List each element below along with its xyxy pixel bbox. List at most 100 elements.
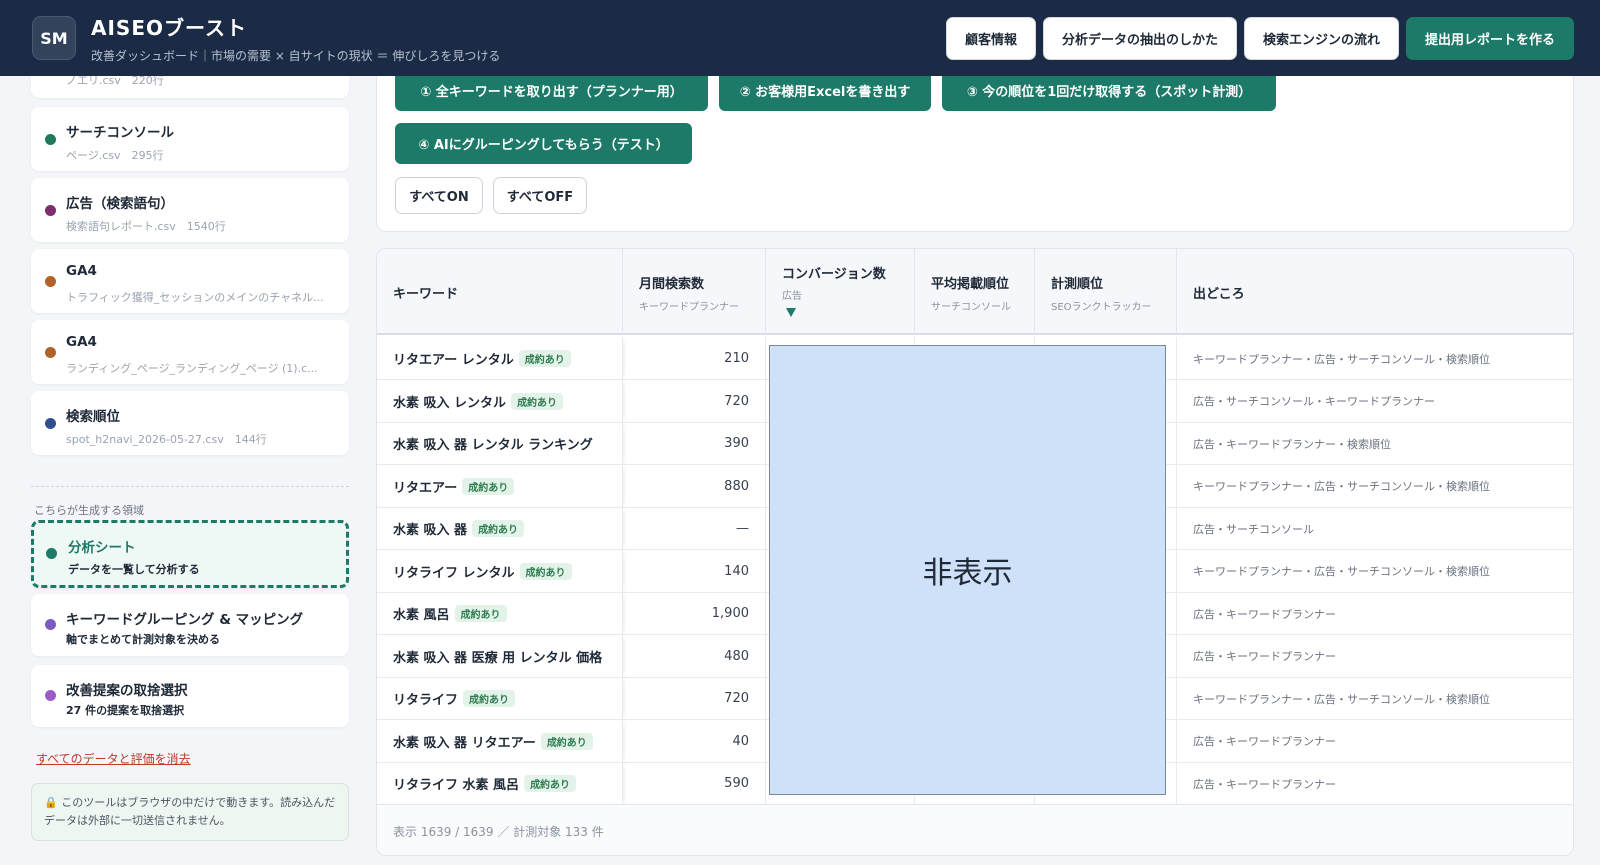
create-report-button[interactable]: 提出用レポートを作る bbox=[1405, 16, 1574, 60]
all-on-button[interactable]: すべてON bbox=[395, 177, 483, 214]
nav-sub: 27 件の提案を取捨選択 bbox=[66, 704, 185, 717]
keyword-cell: リタエアー 成約あり bbox=[377, 464, 623, 508]
conversion-badge: 成約あり bbox=[454, 605, 507, 622]
keyword-cell: リタライフ 成約あり bbox=[377, 677, 623, 720]
keyword-text: 水素 吸入 器 リタエアー bbox=[393, 735, 536, 751]
source-card-partial[interactable]: ノエリ.csv 220行 bbox=[31, 76, 349, 98]
row-count-status: 表示 1639 / 1639 ／ 計測対象 133 件 bbox=[393, 825, 604, 839]
nav-analysis-sheet[interactable]: 分析シート データを一覧して分析する bbox=[31, 520, 349, 588]
keyword-text: 水素 吸入 器 bbox=[393, 523, 468, 538]
keyword-text: リタライフ レンタル bbox=[393, 565, 515, 581]
source-card-sub: spot_h2navi_2026-05-27.csv 144行 bbox=[66, 433, 267, 446]
actions-panel: ① 全キーワードを取り出す（プランナー用） ② お客様用Excelを書き出す ③… bbox=[376, 70, 1574, 232]
section-label: こちらが生成する領域 bbox=[34, 504, 144, 517]
nav-title: 改善提案の取捨選択 bbox=[66, 683, 188, 699]
table-header: キーワード 月間検索数 キーワードプランナー コンバージョン数 広告 平均掲載順… bbox=[377, 249, 1573, 335]
source-cell: 広告・サーチコンソール・キーワードプランナー bbox=[1193, 395, 1435, 408]
source-card-sub: ランディング_ページ_ランディング_ページ (1).c... bbox=[66, 362, 318, 375]
column-header-volume[interactable]: 月間検索数 キーワードプランナー bbox=[623, 249, 766, 335]
source-card-ga4-landing[interactable]: GA4 ランディング_ページ_ランディング_ページ (1).c... bbox=[31, 320, 349, 384]
keyword-cell: リタライフ 水素 風呂 成約あり bbox=[377, 762, 623, 805]
volume-cell: — bbox=[623, 507, 766, 550]
keyword-text: リタライフ bbox=[393, 693, 459, 708]
source-card-rankings[interactable]: 検索順位 spot_h2navi_2026-05-27.csv 144行 bbox=[31, 391, 349, 455]
status-dot bbox=[45, 205, 56, 216]
nav-improvement-proposals[interactable]: 改善提案の取捨選択 27 件の提案を取捨選択 bbox=[31, 665, 349, 727]
keyword-text: リタエアー レンタル bbox=[393, 353, 514, 368]
status-dot bbox=[45, 418, 56, 429]
volume-cell: 480 bbox=[623, 634, 766, 678]
conversion-badge: 成約あり bbox=[472, 520, 525, 537]
source-card-ads[interactable]: 広告（検索語句） 検索語句レポート.csv 1540行 bbox=[31, 178, 349, 242]
volume-cell: 590 bbox=[623, 762, 766, 805]
nav-sub: データを一覧して分析する bbox=[68, 563, 200, 576]
conversion-badge: 成約あり bbox=[463, 690, 516, 707]
privacy-notice: 🔒 このツールはブラウザの中だけで動きます。読み込んだデータは外部に一切送信され… bbox=[31, 783, 349, 841]
volume-cell: 140 bbox=[623, 549, 766, 593]
source-card-title: GA4 bbox=[66, 334, 97, 350]
source-cell: 広告・サーチコンソール bbox=[1193, 522, 1314, 536]
keyword-text: 水素 吸入 器 医療 用 レンタル 価格 bbox=[393, 650, 603, 666]
status-dot bbox=[45, 134, 56, 145]
app-subtitle: 改善ダッシュボード｜市場の需要 × 自サイトの現状 ＝ 伸びしろを見つける bbox=[91, 49, 501, 63]
source-card-sub: トラフィック獲得_セッションのメインのチャネル... bbox=[66, 291, 324, 304]
column-header-conversions[interactable]: コンバージョン数 広告 bbox=[766, 249, 915, 335]
source-card-title: 検索順位 bbox=[66, 409, 120, 425]
ai-grouping-button[interactable]: ④ AIにグルーピングしてもらう（テスト） bbox=[395, 123, 692, 164]
status-dot bbox=[45, 690, 56, 701]
app-header: SM AISEOブースト 改善ダッシュボード｜市場の需要 × 自サイトの現状 ＝… bbox=[0, 0, 1600, 76]
spot-rank-check-button[interactable]: ③ 今の順位を1回だけ取得する（スポット計測） bbox=[942, 70, 1276, 111]
column-header-tracked-rank[interactable]: 計測順位 SEOランクトラッカー bbox=[1035, 249, 1177, 335]
nav-title: 分析シート bbox=[68, 540, 136, 556]
divider bbox=[31, 486, 349, 487]
keyword-cell: 水素 吸入 器 レンタル ランキング bbox=[377, 422, 623, 465]
all-off-button[interactable]: すべてOFF bbox=[493, 177, 587, 214]
volume-cell: 720 bbox=[623, 677, 766, 720]
conversion-badge: 成約あり bbox=[462, 477, 515, 495]
conversion-badge: 成約あり bbox=[540, 732, 593, 750]
volume-cell: 40 bbox=[623, 719, 766, 763]
data-extraction-guide-button[interactable]: 分析データの抽出のしかた bbox=[1042, 16, 1237, 60]
keyword-cell: 水素 吸入 器 医療 用 レンタル 価格 bbox=[377, 634, 623, 678]
customer-info-button[interactable]: 顧客情報 bbox=[945, 16, 1036, 60]
volume-cell: 210 bbox=[623, 337, 766, 380]
keyword-cell: 水素 吸入 器 リタエアー 成約あり bbox=[377, 719, 623, 763]
source-cell: キーワードプランナー・広告・サーチコンソール・検索順位 bbox=[1193, 692, 1490, 706]
source-card-sub: 検索語句レポート.csv 1540行 bbox=[66, 220, 226, 233]
status-dot bbox=[45, 619, 56, 630]
source-card-title: 広告（検索語句） bbox=[66, 196, 174, 212]
column-header-keyword[interactable]: キーワード bbox=[377, 249, 623, 335]
column-header-avg-position[interactable]: 平均掲載順位 サーチコンソール bbox=[915, 249, 1035, 335]
hidden-columns-overlay: 非表示 bbox=[769, 345, 1166, 795]
source-card-sub: ページ.csv 295行 bbox=[66, 149, 164, 162]
source-cell: 広告・キーワードプランナー bbox=[1193, 607, 1336, 621]
column-header-source[interactable]: 出どころ bbox=[1177, 249, 1573, 335]
source-cell: キーワードプランナー・広告・サーチコンソール・検索順位 bbox=[1193, 480, 1490, 493]
source-card-search-console[interactable]: サーチコンソール ページ.csv 295行 bbox=[31, 107, 349, 171]
conversion-badge: 成約あり bbox=[518, 350, 571, 367]
keyword-cell: 水素 吸入 器成約あり bbox=[377, 507, 623, 550]
status-dot bbox=[45, 276, 56, 287]
conversion-badge: 成約あり bbox=[524, 775, 577, 792]
source-card-ga4-traffic[interactable]: GA4 トラフィック獲得_セッションのメインのチャネル... bbox=[31, 249, 349, 313]
conversion-badge: 成約あり bbox=[519, 562, 572, 580]
source-cell: キーワードプランナー・広告・サーチコンソール・検索順位 bbox=[1193, 352, 1490, 366]
avatar-logo: SM bbox=[32, 16, 76, 60]
nav-keyword-grouping[interactable]: キーワードグルーピング & マッピング 軸でまとめて計測対象を決める bbox=[31, 594, 349, 656]
volume-cell: 880 bbox=[623, 464, 766, 508]
clear-all-data-link[interactable]: すべてのデータと評価を消去 bbox=[36, 750, 191, 767]
conversion-badge: 成約あり bbox=[511, 392, 564, 410]
keyword-text: リタライフ 水素 風呂 bbox=[393, 778, 520, 793]
keyword-text: 水素 吸入 レンタル bbox=[393, 395, 507, 411]
keyword-text: リタエアー bbox=[393, 480, 458, 496]
extract-keywords-button[interactable]: ① 全キーワードを取り出す（プランナー用） bbox=[395, 70, 708, 111]
source-cell: 広告・キーワードプランナー・検索順位 bbox=[1193, 437, 1391, 451]
search-engine-flow-button[interactable]: 検索エンジンの流れ bbox=[1243, 16, 1399, 60]
volume-cell: 390 bbox=[623, 422, 766, 465]
keyword-text: 水素 風呂 bbox=[393, 608, 450, 623]
export-excel-button[interactable]: ② お客様用Excelを書き出す bbox=[719, 70, 931, 111]
source-cell: 広告・キーワードプランナー bbox=[1193, 650, 1336, 663]
status-dot bbox=[46, 548, 57, 559]
volume-cell: 1,900 bbox=[623, 592, 766, 635]
source-cell: キーワードプランナー・広告・サーチコンソール・検索順位 bbox=[1193, 565, 1490, 578]
